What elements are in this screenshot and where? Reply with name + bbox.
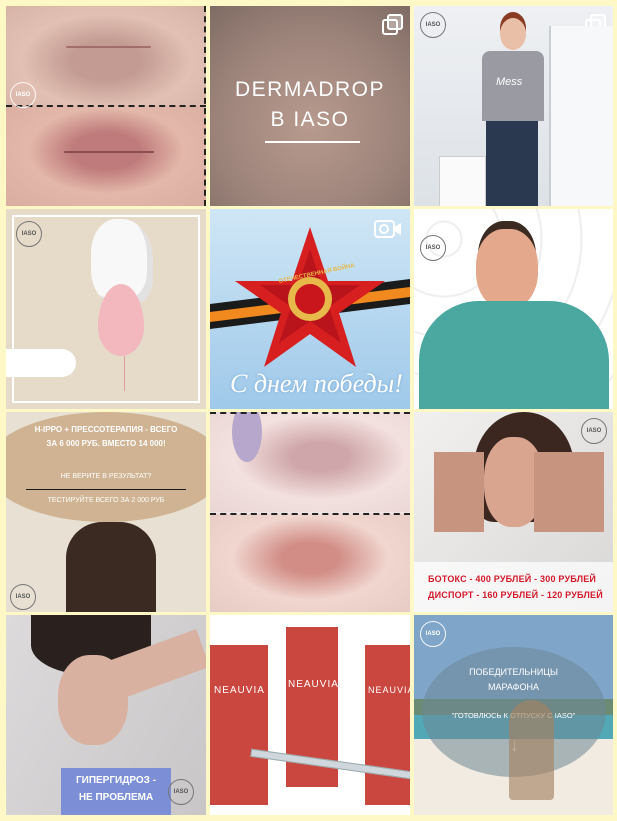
lips-before-image (6, 6, 206, 106)
top-border-dashed (210, 412, 410, 414)
women-silhouettes (509, 700, 554, 800)
doctor-uniform (419, 301, 609, 409)
cabinet (439, 156, 486, 206)
offer-line-4: ТЕСТИРУЙТЕ ВСЕГО ЗА 2 000 РУБ (47, 497, 165, 504)
post-patient-photo[interactable]: IASO Mess (414, 6, 613, 206)
multi-image-icon (382, 14, 403, 35)
lips-after-image (210, 514, 410, 612)
split-divider (6, 105, 206, 107)
post-marathon[interactable]: IASO ПОБЕДИТЕЛЬНИЦЫ МАРАФОНА "ГОТОВЛЮСЬ … (414, 615, 613, 815)
hyperhidrosis-line-2: НЕ ПРОБЛЕМА (78, 792, 154, 803)
neauvia-label-left: NEAUVIA (214, 685, 265, 696)
botox-price: БОТОКС - 400 РУБЛЕЙ - 300 РУБЛЕЙ (428, 574, 597, 584)
post-dermadrop[interactable]: DERMADROP В IASO (210, 6, 410, 206)
post-neauvia[interactable]: NEAUVIA NEAUVIA NEAUVIA (210, 615, 410, 815)
iaso-logo: IASO (10, 584, 36, 610)
post-grid: IASO DERMADROP В IASO IASO Mess IASO ОТЕ… (6, 6, 613, 816)
door-frame (549, 26, 613, 206)
disport-price: ДИСПОРТ - 160 РУБЛЕЙ - 120 РУБЛЕЙ (428, 590, 603, 600)
post-lips-before-after[interactable]: IASO (6, 6, 206, 206)
price-panel (414, 562, 613, 612)
model-silhouette (66, 522, 156, 612)
iaso-logo: IASO (168, 779, 194, 805)
post-balloon-cream[interactable]: IASO (6, 209, 206, 409)
neauvia-label-right: NEAUVIA (368, 685, 410, 695)
split-divider (210, 513, 410, 515)
divider (26, 489, 186, 490)
post-doctor-portrait[interactable]: IASO (414, 209, 613, 409)
box-left (210, 645, 268, 805)
box-right (365, 645, 410, 805)
lips-after-image (6, 106, 206, 206)
dermadrop-subtitle: В IASO (270, 108, 350, 131)
offer-line-2: ЗА 6 000 РУБ. ВМЕСТО 14 000! (46, 439, 166, 448)
patient-jeans (486, 121, 538, 206)
iaso-logo: IASO (581, 418, 607, 444)
iaso-logo: IASO (10, 82, 36, 108)
shirt-text: Mess (496, 76, 523, 88)
iaso-logo: IASO (16, 221, 42, 247)
offer-line-3: НЕ ВЕРИТЕ В РЕЗУЛЬТАТ? (60, 473, 152, 480)
patient-head (500, 18, 526, 50)
iaso-logo: IASO (420, 12, 446, 38)
balloon-string (124, 356, 125, 391)
marathon-line-2: МАРАФОНА (488, 682, 539, 692)
post-hyperhidrosis[interactable]: ГИПЕРГИДРОЗ - НЕ ПРОБЛЕМА IASO (6, 615, 206, 815)
right-border-dashed (204, 6, 206, 206)
dermadrop-title: DERMADROP (234, 78, 385, 101)
iaso-logo: IASO (420, 621, 446, 647)
doctor-head (476, 229, 538, 309)
post-botox-prices[interactable]: IASO БОТОКС - 400 РУБЛЕЙ - 300 РУБЛЕЙ ДИ… (414, 412, 613, 612)
hyperhidrosis-line-1: ГИПЕРГИДРОЗ - (75, 775, 157, 786)
lips-line-top (66, 46, 151, 48)
post-victory-day[interactable]: ОТЕЧЕСТВЕННАЯ ВОЙНА С днем победы! (210, 209, 410, 409)
post-lips-before-after-2[interactable] (210, 412, 410, 612)
model-arms (414, 452, 613, 532)
post-hippo-offer[interactable]: H-IPPO + ПРЕССОТЕРАПИЯ - ВСЕГО ЗА 6 000 … (6, 412, 206, 612)
underline (265, 141, 360, 143)
offer-line-1: H-IPPO + ПРЕССОТЕРАПИЯ - ВСЕГО (34, 425, 178, 434)
hand (6, 349, 76, 377)
neauvia-label-center: NEAUVIA (288, 679, 339, 690)
marathon-line-1: ПОБЕДИТЕЛЬНИЦЫ (469, 667, 558, 677)
greeting-text: С днем победы! (230, 369, 403, 398)
iaso-logo: IASO (420, 235, 446, 261)
lips-line-bottom (64, 151, 154, 153)
